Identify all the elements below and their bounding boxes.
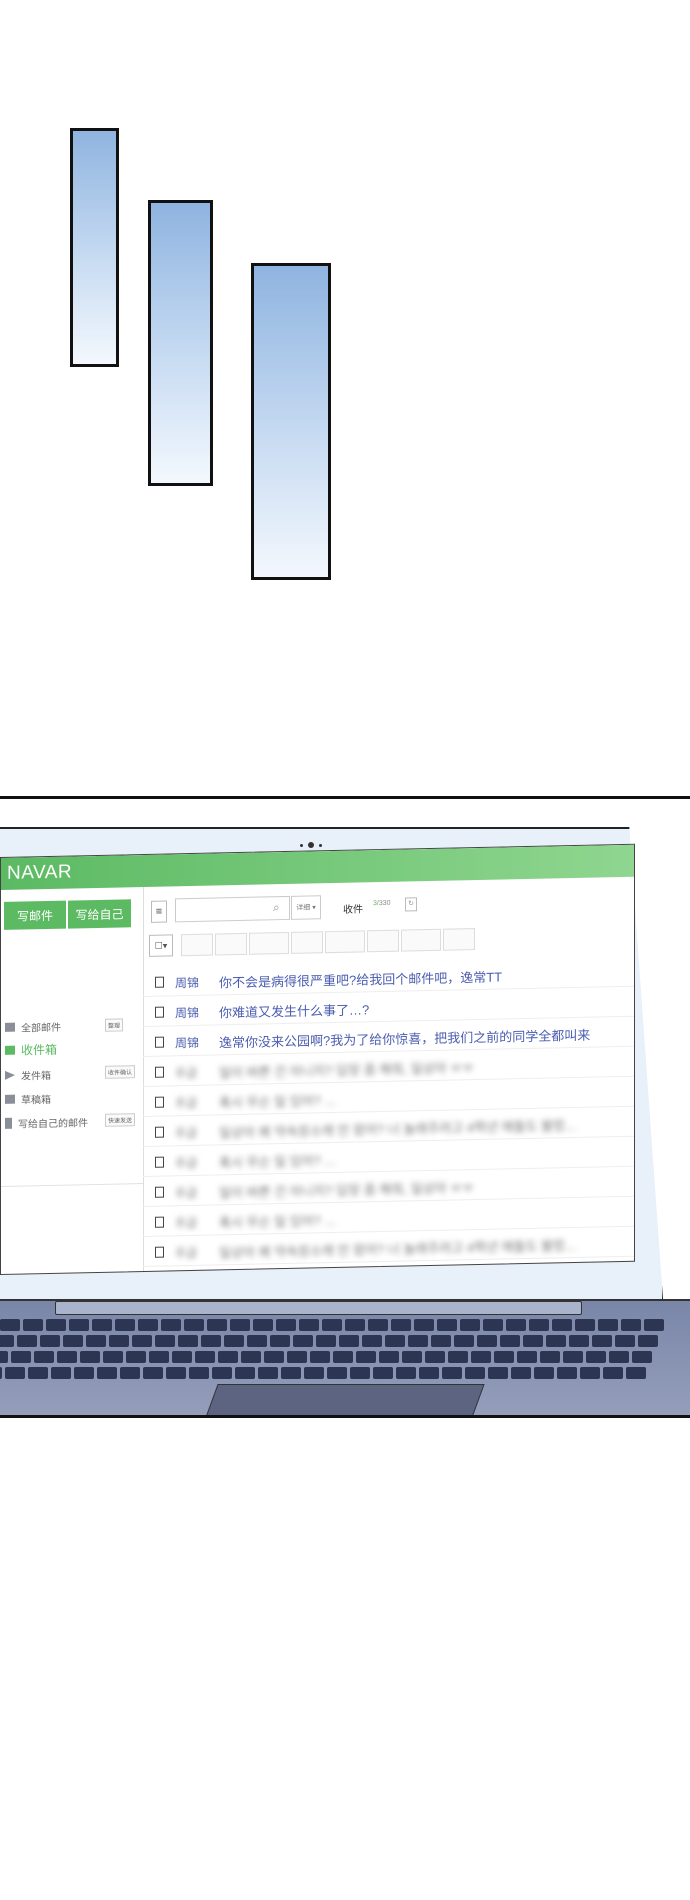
mail-sender: 주급 [175, 1125, 198, 1141]
sidebar-item-label: 全部邮件 [21, 1022, 61, 1035]
toolbar-button[interactable] [181, 933, 213, 957]
refresh-icon[interactable]: ↻ [405, 897, 417, 912]
mail-subject[interactable]: 逸常你没来公园啊?我为了给你惊喜，把我们之前的同学全都叫来 [219, 1025, 590, 1052]
mail-subject[interactable]: 일이 바쁜 건 아니지? 답장 좀 해줘, 일상아 ㅠㅠ [219, 1057, 474, 1081]
mail-sender: 주급 [175, 1155, 198, 1171]
sidebar-item-label: 发件箱 [21, 1070, 51, 1083]
mail-sender: 周锦 [175, 1035, 200, 1051]
sidebar-item-all-mail[interactable]: 全部邮件 [5, 1019, 61, 1035]
mail-checkbox[interactable] [155, 1156, 164, 1168]
sidebar-item-outbox[interactable]: 发件箱 [5, 1067, 51, 1083]
search-icon[interactable]: ⌕ [273, 900, 280, 915]
mail-checkbox[interactable] [155, 1036, 164, 1048]
toolbar-button[interactable] [249, 931, 289, 955]
mail-toolbar: ☐▾ [149, 928, 475, 957]
compose-button[interactable]: 写邮件 [4, 900, 66, 930]
quick-send-tag-button[interactable]: 快速发送 [105, 1113, 136, 1127]
mail-subject[interactable]: 你难道又发生什么事了…? [219, 999, 369, 1021]
blue-panel-strip [251, 263, 331, 580]
laptop-touchpad [202, 1384, 485, 1417]
mail-subject[interactable]: 일이 바쁜 건 아니지? 답장 좀 해줘, 일상아 ㅠㅠ [219, 1177, 474, 1201]
inbox-heading: 收件 [343, 904, 363, 916]
mail-sender: 周锦 [175, 975, 200, 991]
select-all-checkbox[interactable]: ☐▾ [149, 934, 173, 957]
note-icon [5, 1117, 12, 1129]
mail-sender: 주급 [175, 1065, 198, 1081]
blue-panel-strip [70, 128, 119, 367]
mail-sender: 주급 [175, 1185, 198, 1201]
sidebar-item-label: 写给自己的邮件 [18, 1118, 88, 1131]
toolbar-button[interactable] [291, 931, 323, 954]
toolbar-button[interactable] [401, 928, 441, 952]
mail-checkbox[interactable] [155, 1066, 164, 1078]
mail-checkbox[interactable] [155, 1126, 164, 1138]
mail-checkbox[interactable] [155, 1216, 164, 1228]
mail-subject[interactable]: 일상아 왜 약속장소에 안 왔어? 너 놀래주려고 4학년 애들도 불렀... [219, 1115, 576, 1141]
sidebar-item-label: 收件箱 [21, 1042, 58, 1058]
mail-subject[interactable]: 혹시 무슨 일 있어? ... [219, 1150, 335, 1171]
app-logo: NAVAR [7, 861, 73, 884]
mail-sender: 周锦 [175, 1005, 200, 1021]
write-to-self-button[interactable]: 写给自己 [68, 899, 131, 929]
laptop-screen: NAVAR 写邮件 写给自己 全部邮件 整理 收件箱 发件箱 收件确认 草稿箱 … [0, 843, 635, 1275]
mail-subject[interactable]: 혹시 무슨 일 있어? ... [219, 1210, 335, 1231]
inbox-count: 3/330 [373, 900, 391, 907]
mail-sender: 주급 [175, 1215, 198, 1231]
total-count: /330 [376, 899, 391, 908]
mail-subject[interactable]: 你不会是病得很严重吧?给我回个邮件吧，逸常TT [219, 966, 502, 991]
sidebar-item-label: 草稿箱 [21, 1094, 51, 1107]
blue-panel-strip [148, 200, 213, 486]
toolbar-button[interactable] [367, 929, 399, 953]
menu-icon[interactable]: ≡ [151, 900, 167, 923]
mail-list: 周锦 你不会是病得很严重吧?给我回个邮件吧，逸常TT 周锦 你难道又发生什么事了… [143, 956, 635, 1268]
toolbar-button[interactable] [215, 932, 247, 956]
detail-search-dropdown[interactable]: 详细 ▾ [291, 895, 321, 920]
mail-sender: 주급 [175, 1095, 198, 1111]
mail-main: ≡ ⌕ 详细 ▾ 收件 3/330 ↻ ☐▾ 周锦 你不会是病得很严重吧?给我回… [143, 877, 635, 1273]
mail-sidebar: 写邮件 写给自己 全部邮件 整理 收件箱 发件箱 收件确认 草稿箱 写给自己的邮… [1, 886, 144, 1275]
panel-bottom-border [0, 1415, 690, 1418]
folder-icon [5, 1094, 15, 1104]
mail-checkbox[interactable] [155, 1186, 164, 1198]
mail-checkbox[interactable] [155, 1246, 164, 1258]
mail-sender: 주급 [175, 1245, 198, 1261]
toolbar-button[interactable] [443, 928, 475, 951]
webcam [300, 842, 324, 848]
organize-tag-button[interactable]: 整理 [105, 1018, 124, 1032]
read-receipt-tag-button[interactable]: 收件确认 [105, 1065, 136, 1079]
inbox-icon [5, 1045, 15, 1055]
mail-subject[interactable]: 일상아 왜 약속장소에 안 왔어? 너 놀래주려고 4학년 애들도 불렀... [219, 1235, 576, 1261]
mail-checkbox[interactable] [155, 1096, 164, 1108]
sidebar-item-drafts[interactable]: 草稿箱 [5, 1091, 51, 1107]
sidebar-divider [1, 1183, 143, 1187]
laptop-hinge [55, 1301, 582, 1315]
sidebar-item-self-mail[interactable]: 写给自己的邮件 [5, 1114, 88, 1131]
send-icon [5, 1071, 15, 1080]
mail-checkbox[interactable] [155, 976, 164, 988]
mail-subject[interactable]: 혹시 무슨 일 있어? ... [219, 1090, 335, 1111]
sidebar-item-inbox[interactable]: 收件箱 [5, 1041, 57, 1059]
toolbar-button[interactable] [325, 930, 365, 954]
mail-icon [5, 1022, 15, 1032]
mail-checkbox[interactable] [155, 1006, 164, 1018]
